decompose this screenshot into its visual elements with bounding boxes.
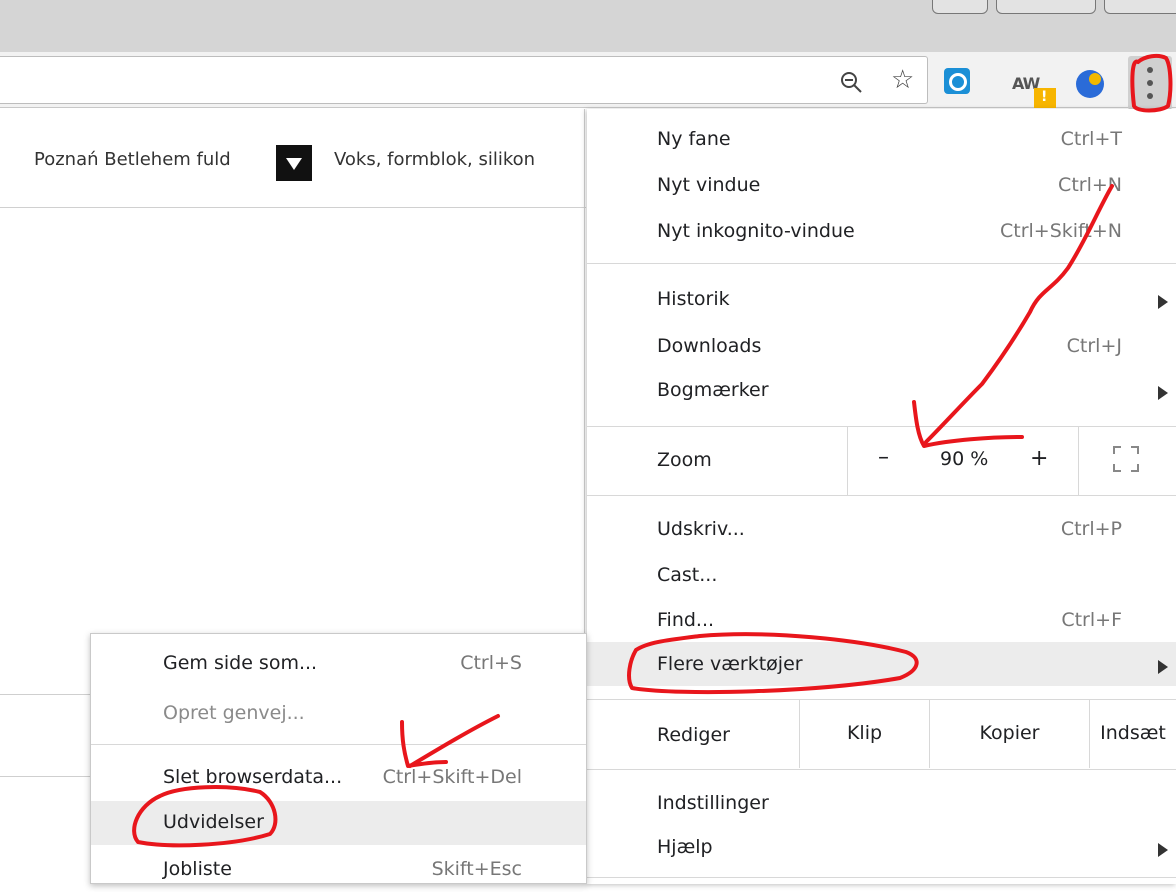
shortcut-label: Ctrl+N: [1058, 174, 1122, 196]
edit-label: Rediger: [657, 724, 730, 746]
menu-item-label: Downloads: [657, 335, 762, 357]
paste-label: Indsæt: [1100, 722, 1166, 744]
submenu-arrow-icon: [1158, 843, 1168, 857]
menu-item-help[interactable]: Hjælp: [587, 825, 1176, 869]
menu-item-label: Flere værktøjer: [657, 653, 803, 675]
copy-button[interactable]: Kopier: [929, 700, 1089, 768]
fullscreen-icon: [1113, 446, 1139, 472]
menu-item-new-window[interactable]: Nyt vindue Ctrl+N: [587, 163, 1176, 207]
fade-overlay: [542, 145, 554, 175]
menu-separator: [587, 495, 1176, 496]
menu-item-downloads[interactable]: Downloads Ctrl+J: [587, 324, 1176, 368]
menu-item-label: Slet browserdata...: [163, 766, 343, 788]
menu-item-bookmarks[interactable]: Bogmærker: [587, 368, 1176, 412]
star-icon[interactable]: ☆: [891, 67, 914, 93]
menu-separator: [587, 769, 1176, 770]
menu-item-task-manager[interactable]: Jobliste Skift+Esc: [91, 848, 586, 892]
menu-item-label: Ny fane: [657, 128, 731, 150]
shortcut-label: Ctrl+Skift+N: [999, 220, 1122, 242]
zoom-out-button[interactable]: –: [878, 445, 889, 470]
paste-button[interactable]: Indsæt: [1089, 700, 1176, 768]
shortcut-label: Ctrl+Skift+Del: [382, 766, 522, 788]
menu-item-print[interactable]: Udskriv... Ctrl+P: [587, 507, 1176, 551]
submenu-arrow-icon: [1158, 660, 1168, 674]
menu-item-label: Bogmærker: [657, 379, 769, 401]
menu-item-label: Indstillinger: [657, 792, 769, 814]
browser-toolbar: ☆ AW: [0, 52, 1176, 110]
zoom-label: Zoom: [657, 449, 712, 471]
zoom-value: 90 %: [940, 448, 989, 470]
menu-item-new-tab[interactable]: Ny fane Ctrl+T: [587, 117, 1176, 161]
menu-item-label: Hjælp: [657, 836, 713, 858]
submenu-arrow-icon: [1158, 386, 1168, 400]
copy-label: Kopier: [979, 722, 1040, 744]
menu-item-label: Gem side som...: [163, 652, 318, 674]
menu-separator: [587, 263, 1176, 264]
extension-icon[interactable]: [944, 68, 970, 94]
bookmark-item[interactable]: Voks, formblok, silikon: [334, 149, 554, 170]
submenu-arrow-icon: [1158, 295, 1168, 309]
fullscreen-button[interactable]: [1078, 427, 1176, 495]
menu-item-label: Udskriv...: [657, 518, 745, 540]
minimize-button[interactable]: [932, 0, 988, 14]
shortcut-label: Ctrl+P: [1060, 518, 1122, 540]
cut-label: Klip: [846, 722, 883, 744]
menu-item-create-shortcut[interactable]: Opret genvej...: [91, 692, 586, 736]
menu-item-more-tools[interactable]: Flere værktøjer: [587, 642, 1176, 686]
menu-item-label: Nyt vindue: [657, 174, 761, 196]
shortcut-label: Ctrl+S: [460, 652, 522, 674]
menu-item-save-page[interactable]: Gem side som... Ctrl+S: [91, 642, 586, 686]
address-bar[interactable]: ☆: [0, 56, 928, 104]
fade-overlay: [238, 145, 250, 175]
zoom-row: Zoom – 90 % +: [587, 427, 1176, 495]
zoom-in-button[interactable]: +: [1030, 446, 1048, 471]
shield-extension-icon[interactable]: [1076, 70, 1104, 98]
shortcut-label: Ctrl+J: [1066, 335, 1122, 357]
menu-item-label: Udvidelser: [163, 811, 264, 833]
cut-button[interactable]: Klip: [799, 700, 929, 768]
menu-item-cast[interactable]: Cast...: [587, 553, 1176, 597]
menu-item-label: Historik: [657, 288, 730, 310]
menu-item-extensions[interactable]: Udvidelser: [91, 801, 586, 845]
menu-item-label: Opret genvej...: [163, 702, 305, 724]
window-titlebar: [0, 0, 1176, 52]
bookmark-favicon-icon: [276, 145, 312, 181]
restore-button[interactable]: [996, 0, 1096, 14]
menu-item-label: Nyt inkognito-vindue: [657, 220, 855, 242]
bookmark-item[interactable]: Poznań Betlehem fuld: [34, 149, 250, 170]
browser-menu-button[interactable]: [1128, 56, 1172, 110]
menu-item-history[interactable]: Historik: [587, 277, 1176, 321]
dot-icon: [1147, 67, 1153, 73]
bookmarks-bar: Poznań Betlehem fuld Voks, formblok, sil…: [0, 109, 586, 208]
zoom-out-icon[interactable]: [840, 71, 862, 93]
zoom-controls: – 90 % +: [847, 427, 1078, 495]
edit-row: Rediger Klip Kopier Indsæt: [587, 700, 1176, 768]
menu-item-label: Jobliste: [163, 858, 232, 880]
menu-item-clear-browsing-data[interactable]: Slet browserdata... Ctrl+Skift+Del: [91, 756, 586, 800]
dot-icon: [1147, 93, 1153, 99]
menu-separator: [587, 877, 1176, 878]
menu-separator: [91, 744, 586, 745]
dot-icon: [1147, 80, 1153, 86]
more-tools-submenu: Gem side som... Ctrl+S Opret genvej... S…: [90, 633, 587, 884]
warning-badge-icon: [1034, 88, 1056, 108]
menu-item-incognito[interactable]: Nyt inkognito-vindue Ctrl+Skift+N: [587, 209, 1176, 253]
shortcut-label: Ctrl+F: [1061, 609, 1122, 631]
menu-item-settings[interactable]: Indstillinger: [587, 781, 1176, 825]
divider: [0, 694, 90, 695]
menu-item-find[interactable]: Find... Ctrl+F: [587, 598, 1176, 642]
shortcut-label: Skift+Esc: [431, 858, 522, 880]
browser-main-menu: Ny fane Ctrl+T Nyt vindue Ctrl+N Nyt ink…: [587, 109, 1176, 884]
menu-item-label: Find...: [657, 609, 715, 631]
close-window-button[interactable]: [1104, 0, 1176, 14]
menu-item-label: Cast...: [657, 564, 718, 586]
shortcut-label: Ctrl+T: [1060, 128, 1122, 150]
